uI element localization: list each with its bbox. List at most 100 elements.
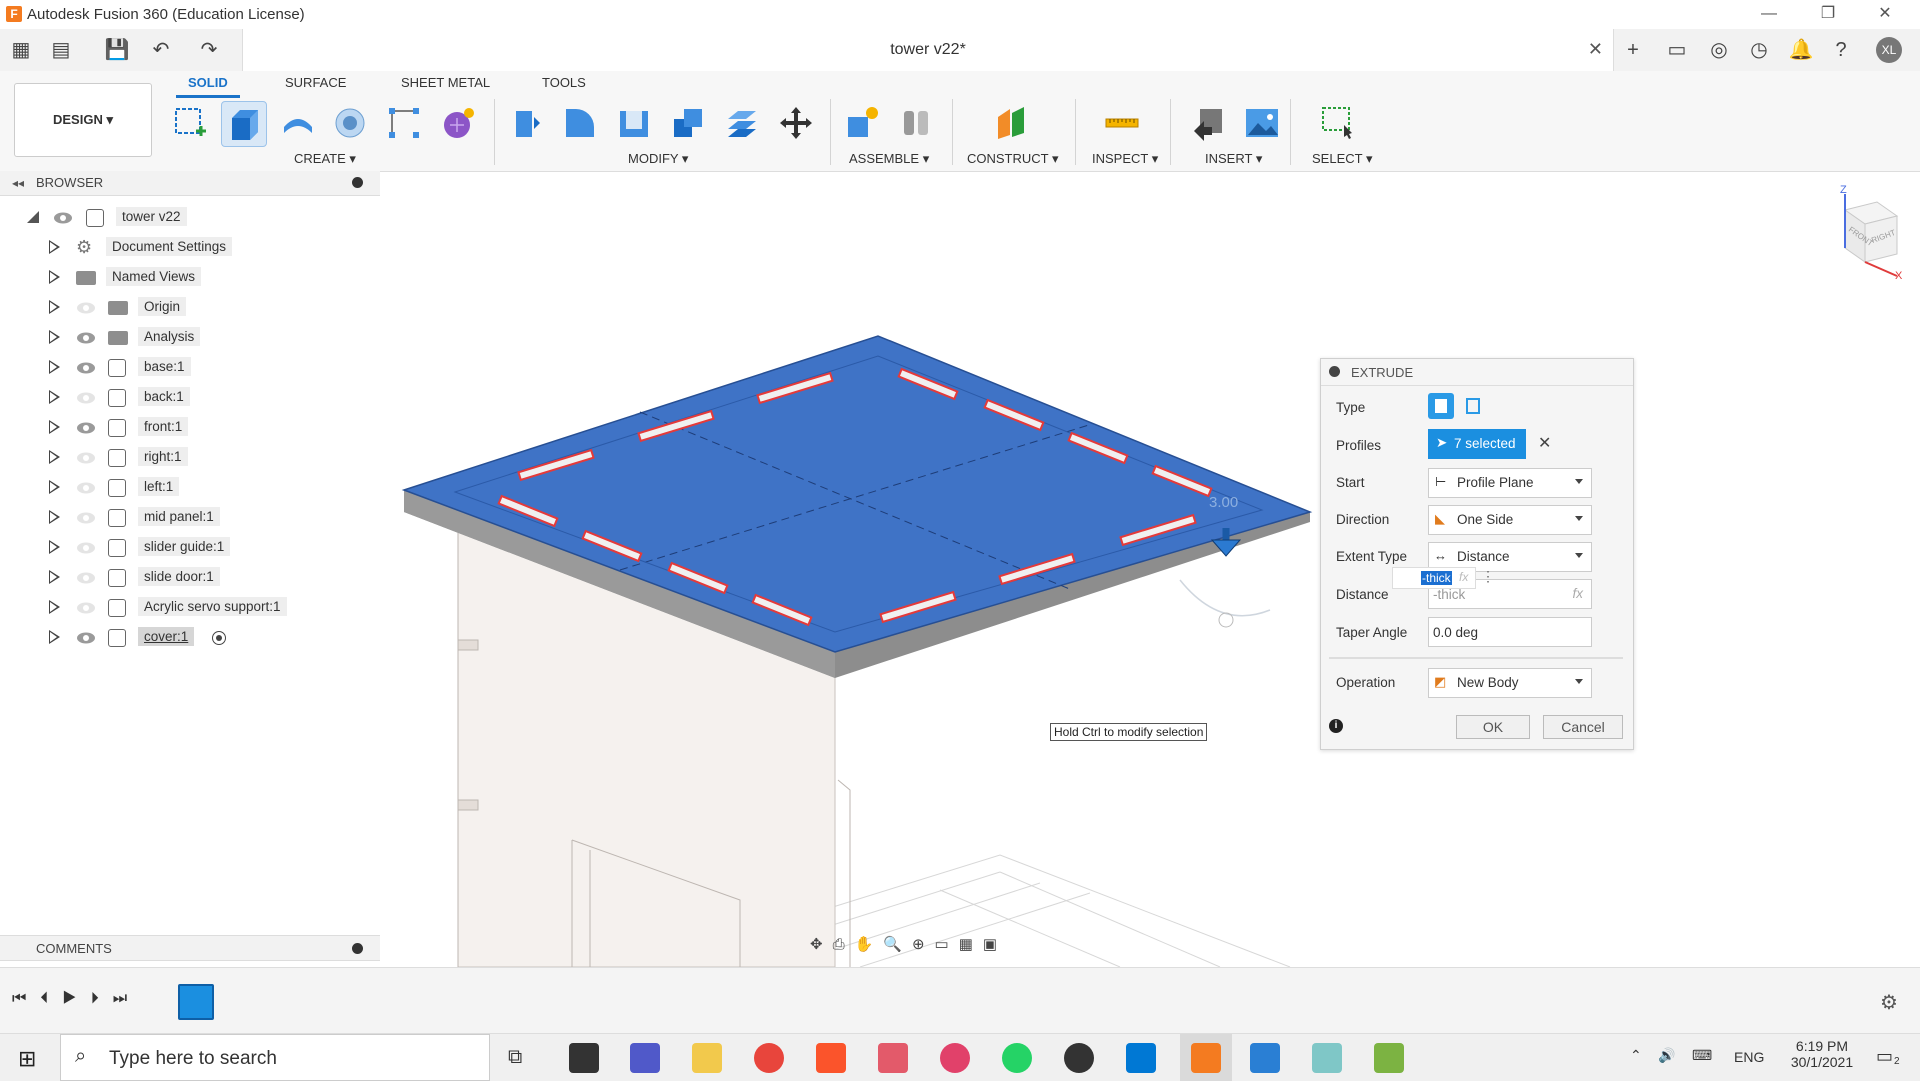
eye-icon[interactable] — [76, 541, 96, 555]
show-hidden-icons-icon[interactable]: ⌃ — [1630, 1047, 1642, 1064]
more-options-icon[interactable]: ⋮ — [1481, 568, 1495, 585]
eye-icon[interactable] — [76, 301, 96, 315]
pan-hand-icon[interactable]: ✋ — [855, 936, 884, 953]
tab-solid[interactable]: SOLID — [176, 75, 240, 98]
distance-inline-editor[interactable]: -thick fx — [1392, 567, 1476, 589]
data-panel-grid-icon[interactable]: ▦ — [8, 37, 34, 63]
ok-button[interactable]: OK — [1456, 715, 1530, 739]
go-to-end-icon[interactable]: ⏭ — [113, 990, 141, 1007]
expand-triangle-icon[interactable] — [49, 630, 60, 644]
offset-face-icon[interactable] — [720, 101, 764, 145]
tree-item[interactable]: ⚙ Document Settings — [0, 236, 380, 260]
notion-app-icon[interactable] — [569, 1043, 599, 1073]
select-group-label[interactable]: SELECT ▾ — [1312, 151, 1372, 167]
github-desktop-icon[interactable] — [1064, 1043, 1094, 1073]
step-forward-icon[interactable]: ⏵ — [91, 990, 113, 1007]
clear-selection-icon[interactable]: ✕ — [1538, 433, 1551, 453]
tree-root-row[interactable]: tower v22 — [0, 206, 380, 230]
eye-icon[interactable] — [76, 361, 96, 375]
offset-plane-icon[interactable] — [990, 101, 1034, 145]
file-menu-icon[interactable]: ▤ — [48, 37, 74, 63]
user-avatar[interactable]: XL — [1876, 37, 1902, 63]
minimize-button[interactable]: — — [1746, 2, 1792, 26]
comments-panel[interactable]: COMMENTS — [0, 935, 380, 961]
collapse-browser-icon[interactable]: ◂◂ — [12, 176, 24, 190]
insert-group-label[interactable]: INSERT ▾ — [1205, 151, 1262, 167]
tree-item[interactable]: front:1 — [0, 416, 380, 440]
language-indicator[interactable]: ENG — [1734, 1049, 1764, 1065]
itunes-app-icon[interactable] — [940, 1043, 970, 1073]
hole-icon[interactable] — [328, 101, 372, 145]
press-pull-icon[interactable] — [504, 101, 548, 145]
extrude-icon[interactable] — [221, 101, 267, 147]
new-component-icon[interactable] — [840, 101, 884, 145]
tab-sheet-metal[interactable]: SHEET METAL — [401, 75, 490, 90]
expand-triangle-icon[interactable] — [49, 270, 60, 284]
play-icon[interactable]: ▶ — [62, 990, 90, 1007]
tree-item[interactable]: cover:1 — [0, 626, 380, 650]
notifications-chat-icon[interactable]: ▭ — [1664, 37, 1690, 63]
display-settings-icon[interactable]: ▭ — [935, 936, 959, 953]
layers-app-icon[interactable] — [1374, 1043, 1404, 1073]
select-window-icon[interactable] — [1316, 101, 1360, 145]
expand-triangle-icon[interactable] — [49, 330, 60, 344]
tree-item[interactable]: Origin — [0, 296, 380, 320]
help-icon[interactable]: ? — [1828, 37, 1854, 63]
expand-triangle-icon[interactable] — [49, 600, 60, 614]
start-dropdown[interactable]: ⊢ Profile Plane — [1428, 468, 1592, 498]
extrude-type-thin-icon[interactable] — [1461, 393, 1487, 419]
assemble-group-label[interactable]: ASSEMBLE ▾ — [849, 151, 929, 167]
tree-item[interactable]: right:1 — [0, 446, 380, 470]
sketch-app-icon[interactable] — [1312, 1043, 1342, 1073]
inline-fx-icon[interactable]: fx — [1459, 570, 1468, 584]
revolve-icon[interactable] — [276, 101, 320, 145]
eye-icon[interactable] — [53, 211, 73, 225]
teams-app-icon[interactable] — [630, 1043, 660, 1073]
document-close-icon[interactable]: ✕ — [1588, 39, 1603, 60]
rectangular-pattern-icon[interactable] — [382, 101, 426, 145]
eye-icon[interactable] — [76, 511, 96, 525]
document-tab[interactable]: tower v22* ✕ — [242, 29, 1614, 71]
3d-viewport[interactable]: 3.00 Hold Ctrl to modify selection Z X F… — [380, 172, 1920, 967]
tree-item[interactable]: base:1 — [0, 356, 380, 380]
viewports-icon[interactable]: ▣ — [983, 936, 1007, 953]
tree-item[interactable]: Named Views — [0, 266, 380, 290]
volume-icon[interactable]: 🔊 — [1658, 1047, 1675, 1064]
measure-icon[interactable] — [1100, 101, 1144, 145]
expand-triangle-icon[interactable] — [49, 420, 60, 434]
tree-item[interactable]: slide door:1 — [0, 566, 380, 590]
tab-surface[interactable]: SURFACE — [285, 75, 346, 90]
comments-plus-icon[interactable] — [352, 943, 363, 954]
orbit-icon[interactable]: ✥ — [810, 936, 833, 953]
viewcube[interactable]: Z X FRONT RIGHT — [1805, 184, 1905, 282]
create-group-label[interactable]: CREATE ▾ — [294, 151, 356, 167]
fx-icon[interactable]: fx — [1572, 586, 1583, 601]
chrome-app-icon[interactable] — [754, 1043, 784, 1073]
eye-icon[interactable] — [76, 601, 96, 615]
tree-item[interactable]: back:1 — [0, 386, 380, 410]
modify-group-label[interactable]: MODIFY ▾ — [628, 151, 688, 167]
save-icon[interactable]: 💾 — [104, 37, 130, 63]
file-explorer-icon[interactable] — [692, 1043, 722, 1073]
grid-settings-icon[interactable]: ▦ — [959, 936, 983, 953]
job-status-icon[interactable]: ◷ — [1746, 37, 1772, 63]
expand-triangle-icon[interactable] — [49, 360, 60, 374]
direction-dropdown[interactable]: ◣ One Side — [1428, 505, 1592, 535]
fit-icon[interactable]: ⊕ — [912, 936, 935, 953]
distance-edit-text[interactable]: -thick — [1421, 571, 1452, 585]
expand-triangle-icon[interactable] — [49, 240, 60, 254]
go-to-start-icon[interactable]: ⏮ — [12, 990, 40, 1007]
eye-icon[interactable] — [76, 631, 96, 645]
new-tab-plus-icon[interactable]: + — [1620, 37, 1646, 63]
whatsapp-app-icon[interactable] — [1002, 1043, 1032, 1073]
expand-triangle-icon[interactable] — [49, 450, 60, 464]
vscode-app-icon[interactable] — [1126, 1043, 1156, 1073]
tree-item[interactable]: mid panel:1 — [0, 506, 380, 530]
undo-icon[interactable]: ↶ — [148, 37, 174, 63]
extrude-type-solid-icon[interactable] — [1428, 393, 1454, 419]
brave-app-icon[interactable] — [816, 1043, 846, 1073]
insert-canvas-icon[interactable] — [1240, 101, 1284, 145]
restore-button[interactable]: ❐ — [1805, 2, 1851, 26]
step-back-icon[interactable]: ⏴ — [40, 990, 62, 1007]
photos-app-icon[interactable] — [1250, 1043, 1280, 1073]
